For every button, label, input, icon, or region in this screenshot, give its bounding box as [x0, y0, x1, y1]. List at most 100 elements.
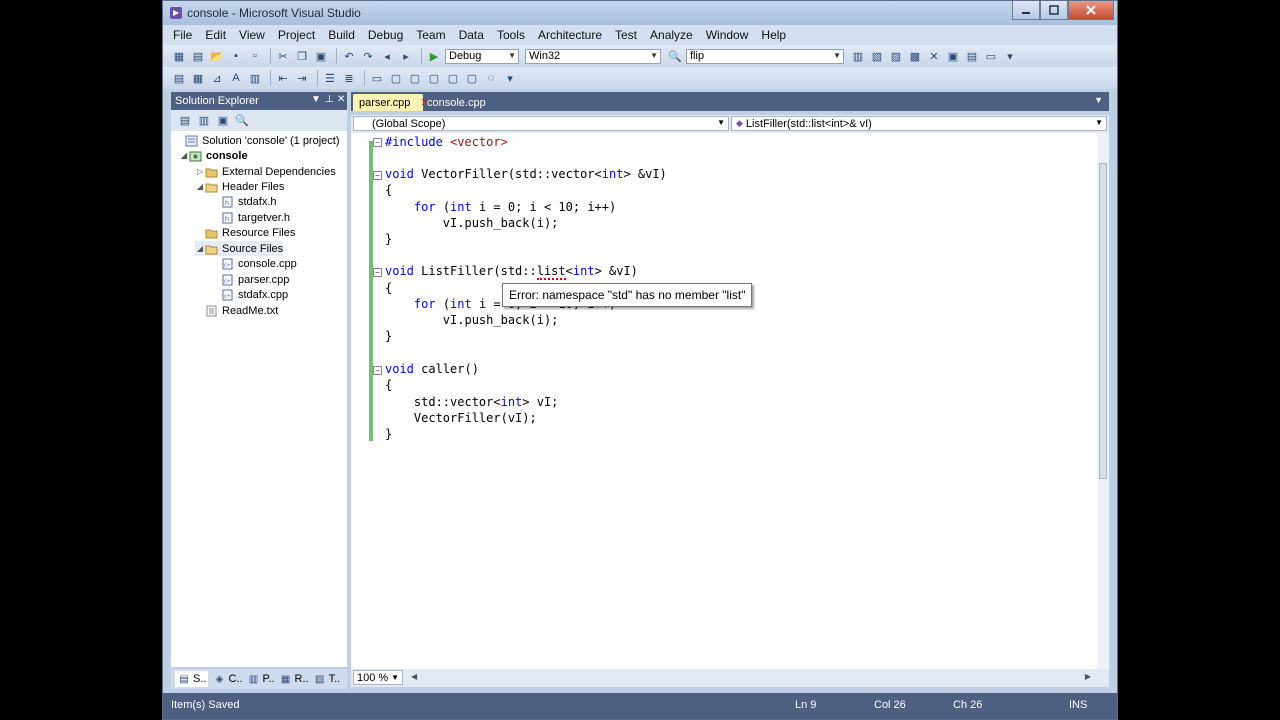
menu-build[interactable]: Build	[322, 28, 362, 42]
tree-item-solution[interactable]: Solution 'console' (1 project)	[175, 133, 340, 148]
start-page-icon[interactable]: ▣	[945, 48, 961, 64]
tab-team-explorer[interactable]: ▧ T..	[313, 672, 340, 686]
tree-item-parser-cpp[interactable]: c+ parser.cpp	[211, 272, 289, 287]
close-button[interactable]	[1068, 1, 1114, 20]
find-in-files-icon[interactable]: 🔍	[667, 48, 683, 64]
code-editor[interactable]: − #include <vector> − void VectorFiller(…	[351, 133, 1109, 669]
tab-resource-view[interactable]: ▦ R..	[279, 672, 309, 686]
tree-item-stdafx-h[interactable]: h stdafx.h	[211, 194, 277, 209]
menu-debug[interactable]: Debug	[362, 28, 410, 42]
outline-collapse-icon[interactable]: −	[373, 171, 382, 180]
new-project-icon[interactable]: ▦	[171, 48, 187, 64]
undo-icon[interactable]: ↶	[341, 48, 357, 64]
collapse-triangle-icon[interactable]: ◢	[195, 244, 205, 253]
tree-item-readme[interactable]: ReadMe.txt	[195, 303, 278, 318]
refresh-icon[interactable]: ▣	[215, 113, 231, 129]
class-view-icon[interactable]: 🔍	[234, 113, 250, 129]
menu-window[interactable]: Window	[700, 28, 756, 42]
close-panel-icon[interactable]: ✕	[337, 94, 345, 105]
window-position-icon[interactable]: ▼	[311, 94, 321, 105]
previous-bookmark-icon[interactable]: ▢	[388, 70, 404, 86]
add-item-icon[interactable]: ▤	[190, 48, 206, 64]
tab-console-cpp[interactable]: console.cpp	[421, 94, 497, 111]
auto-hide-pin-icon[interactable]: ⊥	[325, 94, 334, 105]
zoom-combo[interactable]: 100 % ▼	[353, 670, 403, 685]
menu-architecture[interactable]: Architecture	[532, 28, 609, 42]
navigate-back-icon[interactable]: ◂	[379, 48, 395, 64]
menu-view[interactable]: View	[233, 28, 272, 42]
navigate-forward-icon[interactable]: ▸	[398, 48, 414, 64]
outline-collapse-icon[interactable]: −	[373, 138, 382, 147]
menu-help[interactable]: Help	[755, 28, 793, 42]
copy-icon[interactable]: ❐	[294, 48, 310, 64]
decrease-indent-icon[interactable]: ⇤	[275, 70, 291, 86]
properties-icon[interactable]: ▤	[177, 113, 193, 129]
menu-data[interactable]: Data	[453, 28, 491, 42]
next-bookmark-in-folder-icon[interactable]: ▢	[445, 70, 461, 86]
active-files-dropdown-icon[interactable]: ▼	[1094, 95, 1103, 105]
scroll-right-icon[interactable]: ▶	[1085, 672, 1091, 681]
display-word-completion-icon[interactable]: A	[228, 70, 244, 86]
menu-tools[interactable]: Tools	[491, 28, 532, 42]
cut-icon[interactable]: ✂	[275, 48, 291, 64]
toolbox-icon[interactable]: ▩	[907, 48, 923, 64]
extension-manager-icon[interactable]: ▤	[964, 48, 980, 64]
menu-team[interactable]: Team	[410, 28, 452, 42]
toolbar-options-icon[interactable]: ▾	[502, 70, 518, 86]
clear-bookmarks-icon[interactable]: ▢	[464, 70, 480, 86]
increase-indent-icon[interactable]: ⇥	[294, 70, 310, 86]
solution-explorer-toolbar-icon[interactable]: ▥	[850, 48, 866, 64]
member-combo[interactable]: ◆ ListFiller(std::list<int>& vI) ▼	[731, 116, 1107, 131]
tab-solution-explorer[interactable]: ▤ S..	[175, 671, 209, 687]
complete-word-icon[interactable]: ▥	[247, 70, 263, 86]
menu-file[interactable]: File	[167, 28, 199, 42]
tree-item-source-files[interactable]: ◢ Source Files	[195, 241, 284, 256]
properties-toolbar-icon[interactable]: ▧	[869, 48, 885, 64]
solution-platform-combo[interactable]: Win32 ▼	[525, 48, 661, 64]
comment-out-icon[interactable]: ☰	[322, 70, 338, 86]
outline-collapse-icon[interactable]: −	[373, 366, 382, 375]
menu-project[interactable]: Project	[272, 28, 322, 42]
tree-item-stdafx-cpp[interactable]: c+ stdafx.cpp	[211, 287, 288, 302]
save-all-icon[interactable]: ▫	[247, 48, 263, 64]
expand-triangle-icon[interactable]: ▷	[195, 167, 205, 176]
display-object-member-list-icon[interactable]: ▤	[171, 70, 187, 86]
paste-icon[interactable]: ▣	[313, 48, 329, 64]
tree-item-project[interactable]: ◢ console	[179, 148, 248, 163]
object-browser-icon[interactable]: ▨	[888, 48, 904, 64]
show-all-files-icon[interactable]: ▥	[196, 113, 212, 129]
minimize-button[interactable]	[1012, 1, 1040, 20]
display-parameter-info-icon[interactable]: ▦	[190, 70, 206, 86]
tab-class-view[interactable]: ◈ C..	[212, 672, 243, 686]
tab-parser-cpp[interactable]: parser.cpp ✕	[353, 94, 430, 111]
maximize-button[interactable]	[1040, 1, 1068, 20]
redo-icon[interactable]: ↷	[360, 48, 376, 64]
start-debugging-icon[interactable]: ▶	[426, 48, 442, 64]
scroll-left-icon[interactable]: ◀	[411, 672, 417, 681]
tab-property-manager[interactable]: ▥ P..	[247, 672, 275, 686]
tree-item-console-cpp[interactable]: c+ console.cpp	[211, 256, 297, 271]
find-combo[interactable]: flip ▼	[686, 48, 844, 64]
uncomment-icon[interactable]: ≣	[341, 70, 357, 86]
toggle-bookmark-icon[interactable]: ▭	[369, 70, 385, 86]
display-quick-info-icon[interactable]: ⊿	[209, 70, 225, 86]
collapse-triangle-icon[interactable]: ◢	[179, 151, 189, 160]
previous-bookmark-in-folder-icon[interactable]: ▢	[426, 70, 442, 86]
next-bookmark-icon[interactable]: ▢	[407, 70, 423, 86]
toolbar-options-icon[interactable]: ▾	[1002, 48, 1018, 64]
menu-test[interactable]: Test	[609, 28, 644, 42]
scope-combo[interactable]: (Global Scope) ▼	[353, 116, 729, 131]
tree-item-targetver-h[interactable]: h targetver.h	[211, 210, 290, 225]
menu-analyze[interactable]: Analyze	[644, 28, 700, 42]
find-results-icon[interactable]: ◌	[483, 70, 499, 86]
tools-icon[interactable]: ✕	[926, 48, 942, 64]
tree-item-resource-files[interactable]: Resource Files	[195, 225, 295, 240]
window-layout-icon[interactable]: ▭	[983, 48, 999, 64]
save-icon[interactable]: ▪	[228, 48, 244, 64]
outline-collapse-icon[interactable]: −	[373, 268, 382, 277]
solution-configuration-combo[interactable]: Debug ▼	[445, 48, 519, 64]
tree-item-header-files[interactable]: ◢ Header Files	[195, 179, 284, 194]
open-folder-icon[interactable]: 📂	[209, 48, 225, 64]
scrollbar-thumb[interactable]	[1099, 163, 1107, 479]
vertical-scrollbar[interactable]	[1097, 133, 1109, 669]
